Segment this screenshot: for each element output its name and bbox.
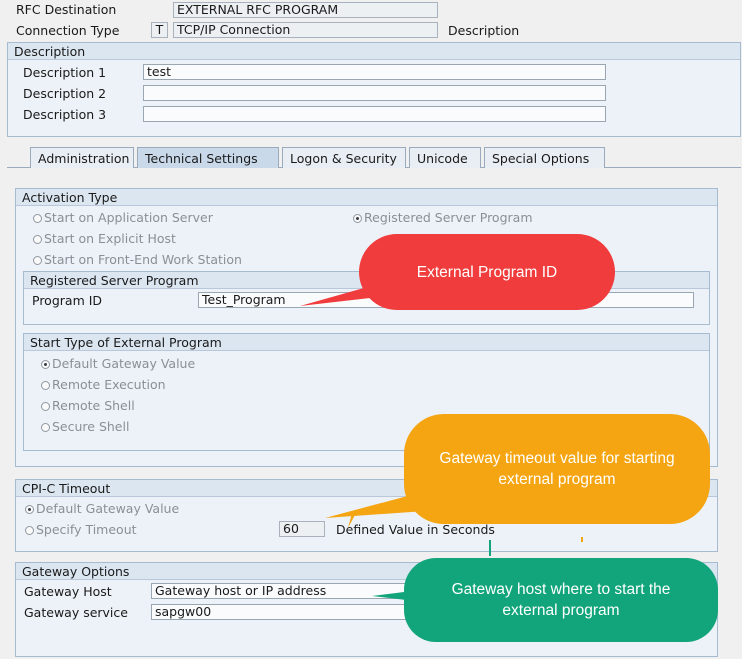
green-callout-tick [489,540,491,556]
timeout-callout: Gateway timeout value for starting exter… [404,414,710,524]
gateway-host-callout: Gateway host where to start the external… [404,558,718,642]
program-id-callout: External Program ID [359,234,615,310]
orange-marker-tick [581,537,583,542]
